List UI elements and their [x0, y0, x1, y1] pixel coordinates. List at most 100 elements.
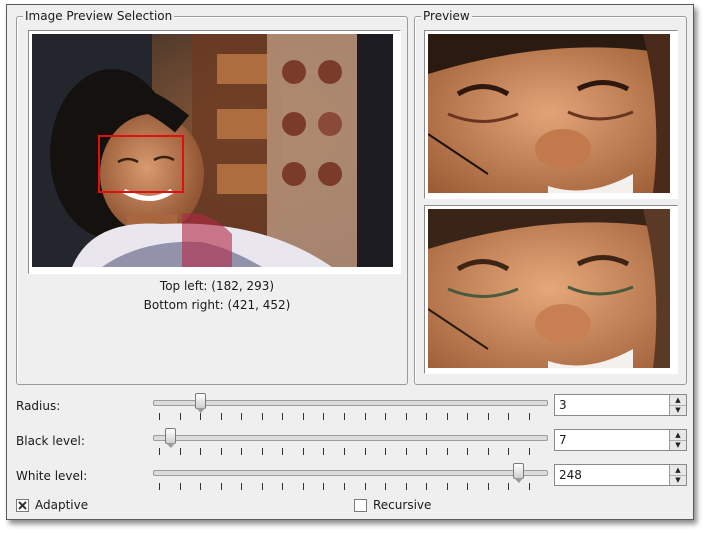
slider-tick	[323, 448, 324, 455]
checkmark-icon	[18, 501, 27, 510]
slider-tick	[221, 413, 222, 420]
white-level-slider-thumb[interactable]	[513, 463, 524, 483]
slider-tick	[159, 413, 160, 420]
slider-tick	[221, 483, 222, 490]
selection-photo[interactable]	[32, 34, 393, 267]
slider-tick	[365, 448, 366, 455]
slider-tick	[406, 448, 407, 455]
slider-tick	[262, 413, 263, 420]
slider-tick	[323, 413, 324, 420]
slider-tick	[385, 448, 386, 455]
preview-result-graphic	[428, 209, 670, 368]
slider-tick	[282, 413, 283, 420]
slider-tick	[180, 413, 181, 420]
black-level-value[interactable]: 7	[559, 433, 567, 447]
preview-title: Preview	[421, 9, 472, 23]
black-level-slider-track[interactable]	[153, 435, 548, 441]
slider-tick	[180, 448, 181, 455]
preview-result-photo	[428, 209, 670, 368]
radius-spinbutton[interactable]: 3 ▲ ▼	[554, 394, 687, 416]
slider-tick	[529, 448, 530, 455]
slider-tick	[323, 483, 324, 490]
black-level-spin-buttons: ▲ ▼	[669, 430, 686, 450]
slider-tick	[426, 448, 427, 455]
slider-tick	[241, 448, 242, 455]
radius-ticks	[159, 413, 530, 420]
adaptive-label[interactable]: Adaptive	[35, 498, 88, 512]
slider-tick	[467, 483, 468, 490]
radius-value[interactable]: 3	[559, 398, 567, 412]
slider-tick	[303, 448, 304, 455]
slider-tick	[447, 483, 448, 490]
radius-label: Radius:	[16, 399, 61, 413]
slider-tick	[262, 483, 263, 490]
photo-graphic	[32, 34, 393, 267]
recursive-label[interactable]: Recursive	[373, 498, 431, 512]
slider-tick	[467, 448, 468, 455]
selection-rectangle[interactable]	[98, 135, 184, 193]
slider-tick	[488, 413, 489, 420]
slider-tick	[529, 483, 530, 490]
adaptive-checkbox[interactable]	[16, 499, 29, 512]
slider-tick	[241, 413, 242, 420]
slider-tick	[200, 483, 201, 490]
slider-tick	[344, 448, 345, 455]
slider-tick	[180, 483, 181, 490]
slider-tick	[282, 448, 283, 455]
slider-tick	[508, 448, 509, 455]
dialog: Image Preview Selection Top left: (182, …	[6, 4, 694, 520]
slider-tick	[385, 413, 386, 420]
preview-original-photo	[428, 34, 670, 193]
white-level-spinbutton[interactable]: 248 ▲ ▼	[554, 464, 687, 486]
black-level-label: Black level:	[16, 434, 85, 448]
slider-tick	[385, 483, 386, 490]
slider-tick	[406, 413, 407, 420]
slider-tick	[365, 413, 366, 420]
slider-tick	[426, 413, 427, 420]
preview-original-image	[424, 30, 678, 199]
top-left-coordinates: Top left: (182, 293)	[159, 279, 275, 293]
bottom-right-coordinates: Bottom right: (421, 452)	[143, 298, 291, 312]
white-level-decrement-button[interactable]: ▼	[670, 475, 686, 485]
slider-tick	[303, 413, 304, 420]
slider-tick	[447, 413, 448, 420]
slider-tick	[447, 448, 448, 455]
slider-tick	[241, 483, 242, 490]
black-level-ticks	[159, 448, 530, 455]
white-level-ticks	[159, 483, 530, 490]
slider-tick	[344, 413, 345, 420]
radius-slider-thumb[interactable]	[195, 393, 206, 413]
preview-result-image	[424, 205, 678, 374]
slider-tick	[488, 448, 489, 455]
white-level-label: White level:	[16, 469, 88, 483]
radius-decrement-button[interactable]: ▼	[670, 405, 686, 415]
slider-tick	[365, 483, 366, 490]
slider-tick	[221, 448, 222, 455]
slider-tick	[200, 448, 201, 455]
slider-tick	[200, 413, 201, 420]
white-level-value[interactable]: 248	[559, 468, 582, 482]
radius-spin-buttons: ▲ ▼	[669, 395, 686, 415]
slider-tick	[488, 483, 489, 490]
black-level-decrement-button[interactable]: ▼	[670, 440, 686, 450]
selection-image[interactable]	[28, 30, 401, 274]
preview-original-graphic	[428, 34, 670, 193]
slider-tick	[159, 448, 160, 455]
black-level-slider-thumb[interactable]	[165, 428, 176, 448]
slider-tick	[262, 448, 263, 455]
slider-tick	[303, 483, 304, 490]
black-level-spinbutton[interactable]: 7 ▲ ▼	[554, 429, 687, 451]
slider-tick	[406, 483, 407, 490]
slider-tick	[159, 483, 160, 490]
slider-tick	[529, 413, 530, 420]
white-level-spin-buttons: ▲ ▼	[669, 465, 686, 485]
slider-tick	[344, 483, 345, 490]
slider-tick	[467, 413, 468, 420]
slider-tick	[508, 413, 509, 420]
slider-tick	[508, 483, 509, 490]
slider-tick	[282, 483, 283, 490]
radius-slider-track[interactable]	[153, 400, 548, 406]
white-level-slider-track[interactable]	[153, 470, 548, 476]
recursive-checkbox[interactable]	[354, 499, 367, 512]
image-preview-selection-title: Image Preview Selection	[23, 9, 175, 23]
